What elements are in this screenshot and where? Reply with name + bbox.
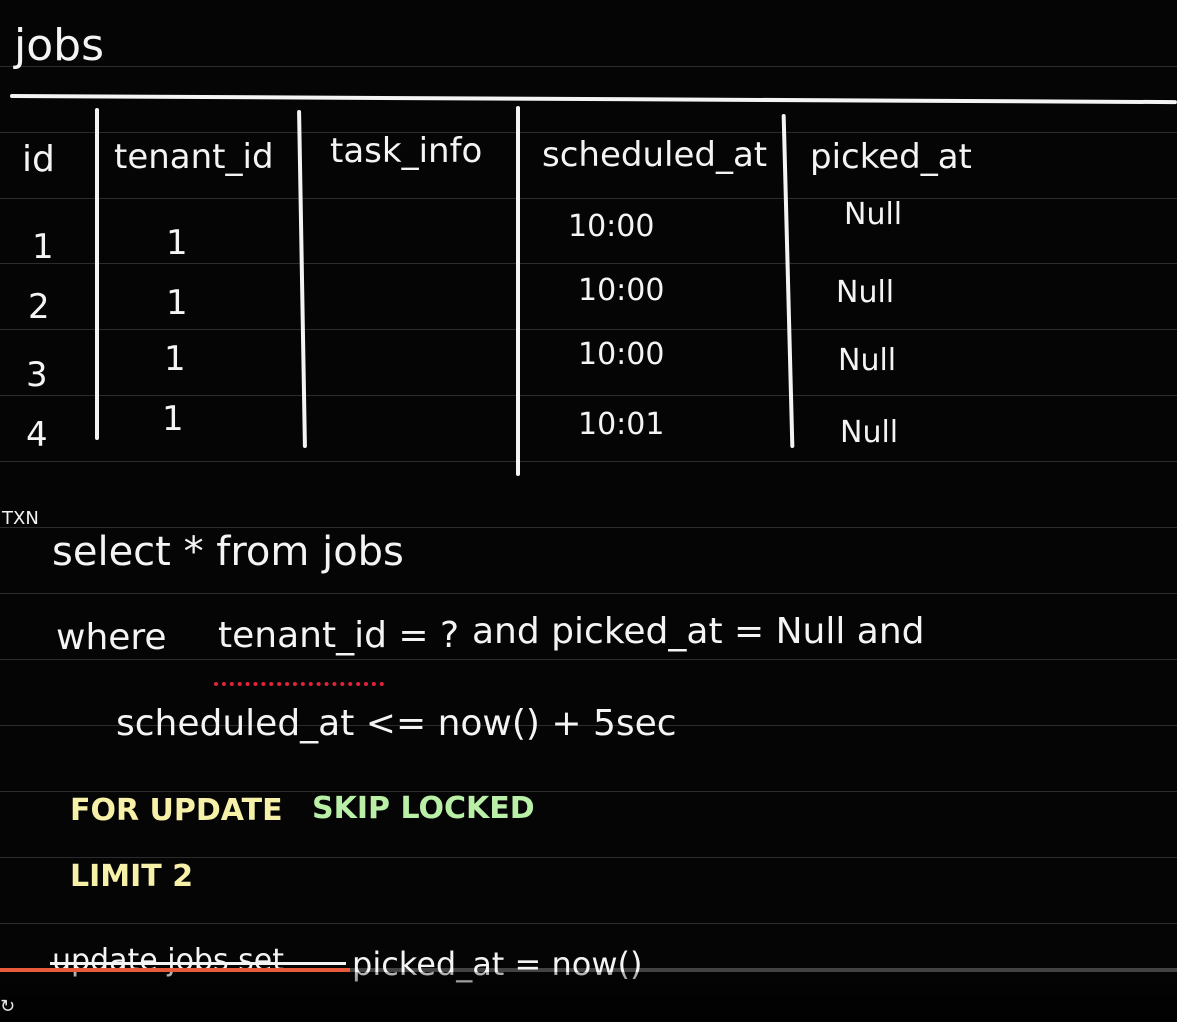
cell-scheduled-at: 10:00	[578, 273, 665, 308]
video-progress-bar[interactable]	[0, 968, 1177, 972]
header-task-info: task_info	[330, 131, 483, 171]
cell-scheduled-at: 10:01	[578, 407, 665, 442]
column-divider	[781, 114, 795, 448]
ruled-line	[0, 659, 1177, 660]
query-picked-condition: and picked_at = Null and	[472, 611, 925, 652]
txn-label: TXN	[2, 508, 39, 529]
cell-picked-at: Null	[838, 343, 897, 378]
query-scheduled-condition: scheduled_at <= now() + 5sec	[116, 703, 677, 744]
header-id: id	[22, 139, 55, 180]
table-title: jobs	[14, 20, 104, 71]
limit-clause: LIMIT 2	[70, 859, 194, 894]
ruled-line	[0, 198, 1177, 199]
query-select-line: select * from jobs	[52, 529, 404, 575]
header-scheduled-at: scheduled_at	[542, 135, 768, 175]
update-strikethrough	[50, 962, 346, 965]
query-where-keyword: where	[56, 617, 167, 658]
video-progress-fill	[0, 968, 350, 972]
column-divider	[95, 108, 99, 440]
ruled-line	[0, 461, 1177, 462]
header-picked-at: picked_at	[810, 137, 972, 177]
cell-id: 2	[28, 287, 50, 327]
video-controls-bar[interactable]	[0, 972, 1177, 1022]
ruled-line	[0, 791, 1177, 792]
loop-icon[interactable]: ↻	[0, 998, 15, 1016]
query-tenant-condition: tenant_id = ?	[218, 615, 460, 656]
ruled-line	[0, 132, 1177, 133]
cell-tenant-id: 1	[166, 283, 188, 323]
cell-scheduled-at: 10:00	[568, 209, 655, 244]
ruled-line	[0, 395, 1177, 396]
skip-locked-clause: SKIP LOCKED	[312, 791, 535, 826]
ruled-line	[0, 527, 1177, 528]
cell-picked-at: Null	[840, 415, 899, 450]
ruled-line	[0, 66, 1177, 67]
column-divider	[516, 106, 520, 476]
header-tenant-id: tenant_id	[114, 137, 274, 177]
cell-scheduled-at: 10:00	[578, 337, 665, 372]
ruled-line	[0, 857, 1177, 858]
tenant-underline	[214, 682, 384, 686]
cell-id: 4	[26, 415, 48, 455]
header-rule	[9, 94, 1177, 105]
cell-picked-at: Null	[844, 197, 903, 232]
cell-id: 3	[26, 355, 48, 395]
cell-id: 1	[32, 227, 54, 267]
cell-tenant-id: 1	[164, 339, 186, 379]
cell-picked-at: Null	[836, 275, 895, 310]
ruled-line	[0, 593, 1177, 594]
ruled-line	[0, 263, 1177, 264]
cell-tenant-id: 1	[166, 223, 188, 263]
whiteboard-canvas: jobs id tenant_id task_info scheduled_at…	[0, 0, 1177, 1022]
ruled-line	[0, 923, 1177, 924]
ruled-line	[0, 329, 1177, 330]
column-divider	[297, 109, 307, 449]
cell-tenant-id: 1	[162, 399, 184, 439]
for-update-clause: FOR UPDATE	[70, 793, 283, 828]
